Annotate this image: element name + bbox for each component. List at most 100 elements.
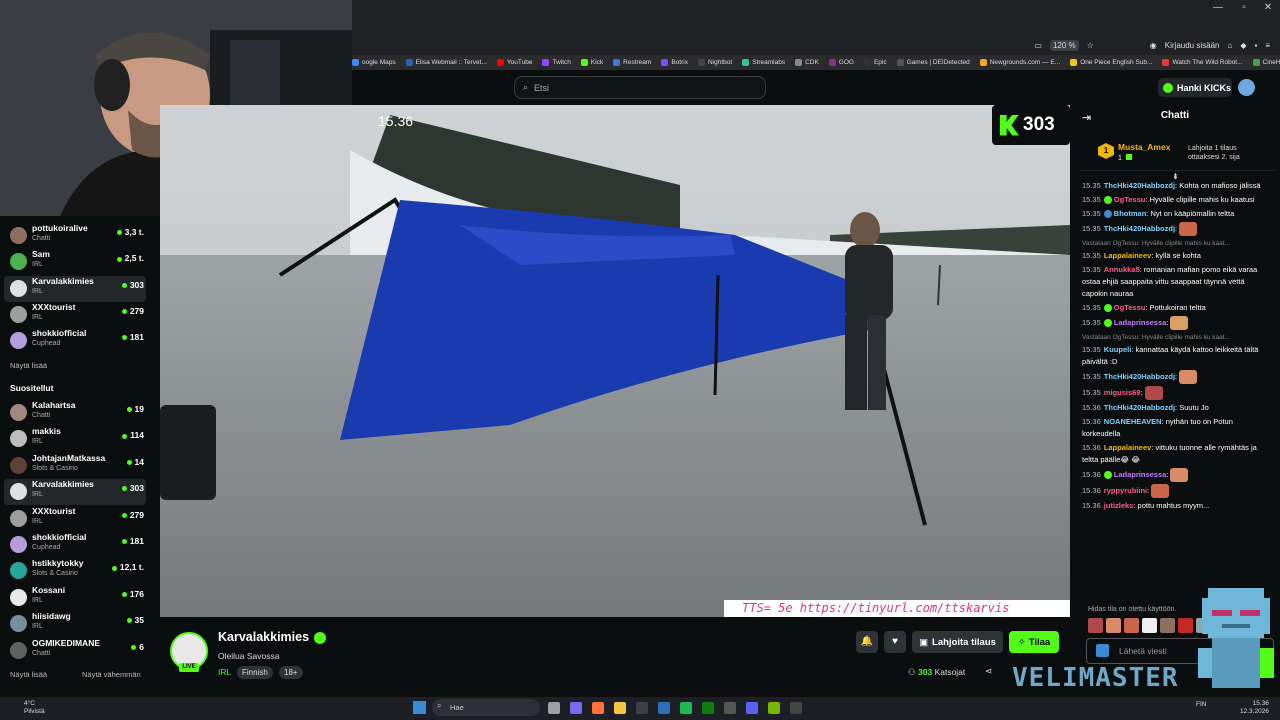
emote[interactable] [1178,618,1193,633]
taskbar-clock[interactable]: 15.36 12.3.2026 [1240,700,1269,716]
show-less-link[interactable]: Näytä vähemmän [82,670,141,679]
chat-username[interactable]: ThcHki420Habbozdj [1104,181,1175,190]
follow-heart-icon[interactable]: ♥ [884,631,906,653]
bookmark-item[interactable]: CDK [795,59,819,66]
bookmark-item[interactable]: Games | DEIDetected [896,59,970,66]
sidebar-channel-item[interactable]: JohtajanMatkassa Slots & Casino 14 [0,453,160,479]
bell-icon[interactable]: ◆ [1240,41,1246,50]
chat-username[interactable]: OgTessu [1114,303,1146,312]
sidebar-channel-item[interactable]: Sam IRL 2,5 t. [0,249,160,275]
sidebar-channel-item[interactable]: hstikkytokky Slots & Casino 12,1 t. [0,558,160,584]
reply-context[interactable]: Vastataan OgTessu: Hyvälle clipille mahi… [1082,238,1272,250]
taskbar-search[interactable]: Hae [432,699,540,716]
chat-emote[interactable] [1179,370,1198,384]
chat-username[interactable]: jutizleks [1104,501,1134,510]
bookmark-item[interactable]: CineHD » Your Ultimat... [1252,59,1280,66]
chat-username[interactable]: Annukka5 [1104,265,1140,274]
sidebar-channel-item[interactable]: hiisidawg IRL 35 [0,611,160,637]
chat-username[interactable]: Ladaprinsessa [1114,470,1167,479]
taskbar-app-icon[interactable] [768,702,780,714]
chat-emote[interactable] [1144,386,1163,400]
get-kicks-button[interactable]: Hanki KICKs [1158,78,1232,97]
chat-username[interactable]: Lappalaineev [1104,251,1152,260]
sidebar-channel-item[interactable]: Karvalakkimies IRL 303 [4,479,146,506]
taskbar-app-icon[interactable] [592,702,604,714]
chat-username[interactable]: Lappalaineev [1104,443,1152,452]
chat-username[interactable]: migusis69 [1104,388,1141,397]
emote[interactable] [1124,618,1139,633]
emote[interactable] [1106,618,1121,633]
profile-icon[interactable]: ◉ [1150,41,1157,50]
sidebar-channel-item[interactable]: shokkiofficial Cuphead 181 [0,532,160,558]
chat-username[interactable]: ThcHki420Habbozdj [1104,403,1175,412]
chat-username[interactable]: ThcHki420Habbozdj [1104,224,1175,233]
notification-bell-icon[interactable]: 🔔 [856,631,878,653]
share-icon[interactable]: ⋖ [985,666,993,677]
emote[interactable] [1142,618,1157,633]
taskbar-app-icon[interactable] [548,702,560,714]
user-avatar[interactable] [1238,79,1255,96]
sidebar-channel-item[interactable]: Kalahartsa Chatti 19 [0,400,160,426]
taskbar-app-icon[interactable] [658,702,670,714]
reply-context[interactable]: Vastataan OgTessu: Hyvälle clipille mahi… [1082,332,1272,344]
bookmark-item[interactable]: Kick [580,59,603,66]
bookmark-item[interactable]: Nightbot [697,59,732,66]
chat-username[interactable]: NOANEHEAVEN [1104,417,1162,426]
chat-username[interactable]: ryppyrubiini [1104,486,1147,495]
windows-start-icon[interactable] [413,701,426,714]
taskbar-app-icon[interactable] [702,702,714,714]
chat-username[interactable]: Ladaprinsessa [1114,318,1167,327]
chat-emote[interactable] [1170,468,1189,482]
bookmark-item[interactable]: Restream [613,59,651,66]
emote[interactable] [1160,618,1175,633]
search-input[interactable]: ⌕ Etsi [514,76,766,99]
bookmark-item[interactable]: GOG [828,59,854,66]
pip-icon[interactable]: ▪ [1254,41,1257,50]
bookmark-item[interactable]: Streamlabs [742,59,785,66]
menu-icon[interactable]: ≡ [1265,41,1270,50]
bookmark-item[interactable]: Elisa Webmail :: Tervet... [405,59,487,66]
sidebar-channel-item[interactable]: Karvalakkimies IRL 303 [4,275,146,302]
chat-username[interactable]: Bhotman [1114,209,1147,218]
sidebar-channel-item[interactable]: Kossani IRL 176 [0,585,160,611]
emote[interactable] [1088,618,1103,633]
taskbar-app-icon[interactable] [724,702,736,714]
show-more-link[interactable]: Näytä lisää [10,361,47,370]
taskbar-app-icon[interactable] [790,702,802,714]
screenshot-icon[interactable]: ▭ [1034,41,1042,50]
leaderboard-user[interactable]: Musta_Amex [1118,142,1170,152]
sidebar-channel-item[interactable]: makkis IRL 114 [0,426,160,452]
extensions-icon[interactable]: ⌂ [1227,41,1232,50]
signin-link[interactable]: Kirjaudu sisään [1165,41,1220,50]
minimize-icon[interactable]: — [1210,2,1226,16]
chat-username[interactable]: OgTessu [1114,195,1146,204]
channel-name[interactable]: Karvalakkimies [218,630,309,644]
taskbar-app-icon[interactable] [680,702,692,714]
taskbar-app-icon[interactable] [614,702,626,714]
show-more-link[interactable]: Näytä lisää [10,670,47,679]
bookmark-item[interactable]: Watch The Wild Robot... [1162,59,1243,66]
close-icon[interactable]: ✕ [1260,2,1276,16]
subscribe-button[interactable]: ✧ Tilaa [1009,631,1059,653]
chat-emote[interactable] [1151,484,1170,498]
emote-picker-icon[interactable] [1096,644,1109,657]
bookmark-item[interactable]: One Piece English Sub... [1070,59,1152,66]
bookmark-item[interactable]: Botrix [661,59,688,66]
sidebar-channel-item[interactable]: XXXtourist IRL 279 [0,506,160,532]
taskbar-app-icon[interactable] [746,702,758,714]
chat-emote[interactable] [1170,316,1189,330]
maximize-icon[interactable]: ▫ [1236,2,1252,16]
sidebar-channel-item[interactable]: OGMIKEDIMANE Chatti 6 [0,638,160,664]
bookmark-item[interactable]: Epic [863,59,887,66]
taskbar-app-icon[interactable] [636,702,648,714]
bookmark-item[interactable]: Twitch [542,59,571,66]
video-player[interactable] [160,105,1070,617]
star-icon[interactable]: ☆ [1087,41,1094,50]
language-indicator[interactable]: FIN [1196,701,1206,708]
zoom-level[interactable]: 120 % [1049,40,1079,51]
bookmark-item[interactable]: YouTube [496,59,532,66]
chat-username[interactable]: ThcHki420Habbozdj [1104,372,1175,381]
tag-18plus[interactable]: 18+ [279,666,303,679]
stream-category[interactable]: IRL [218,667,231,677]
tag-finnish[interactable]: Finnish [237,666,273,679]
